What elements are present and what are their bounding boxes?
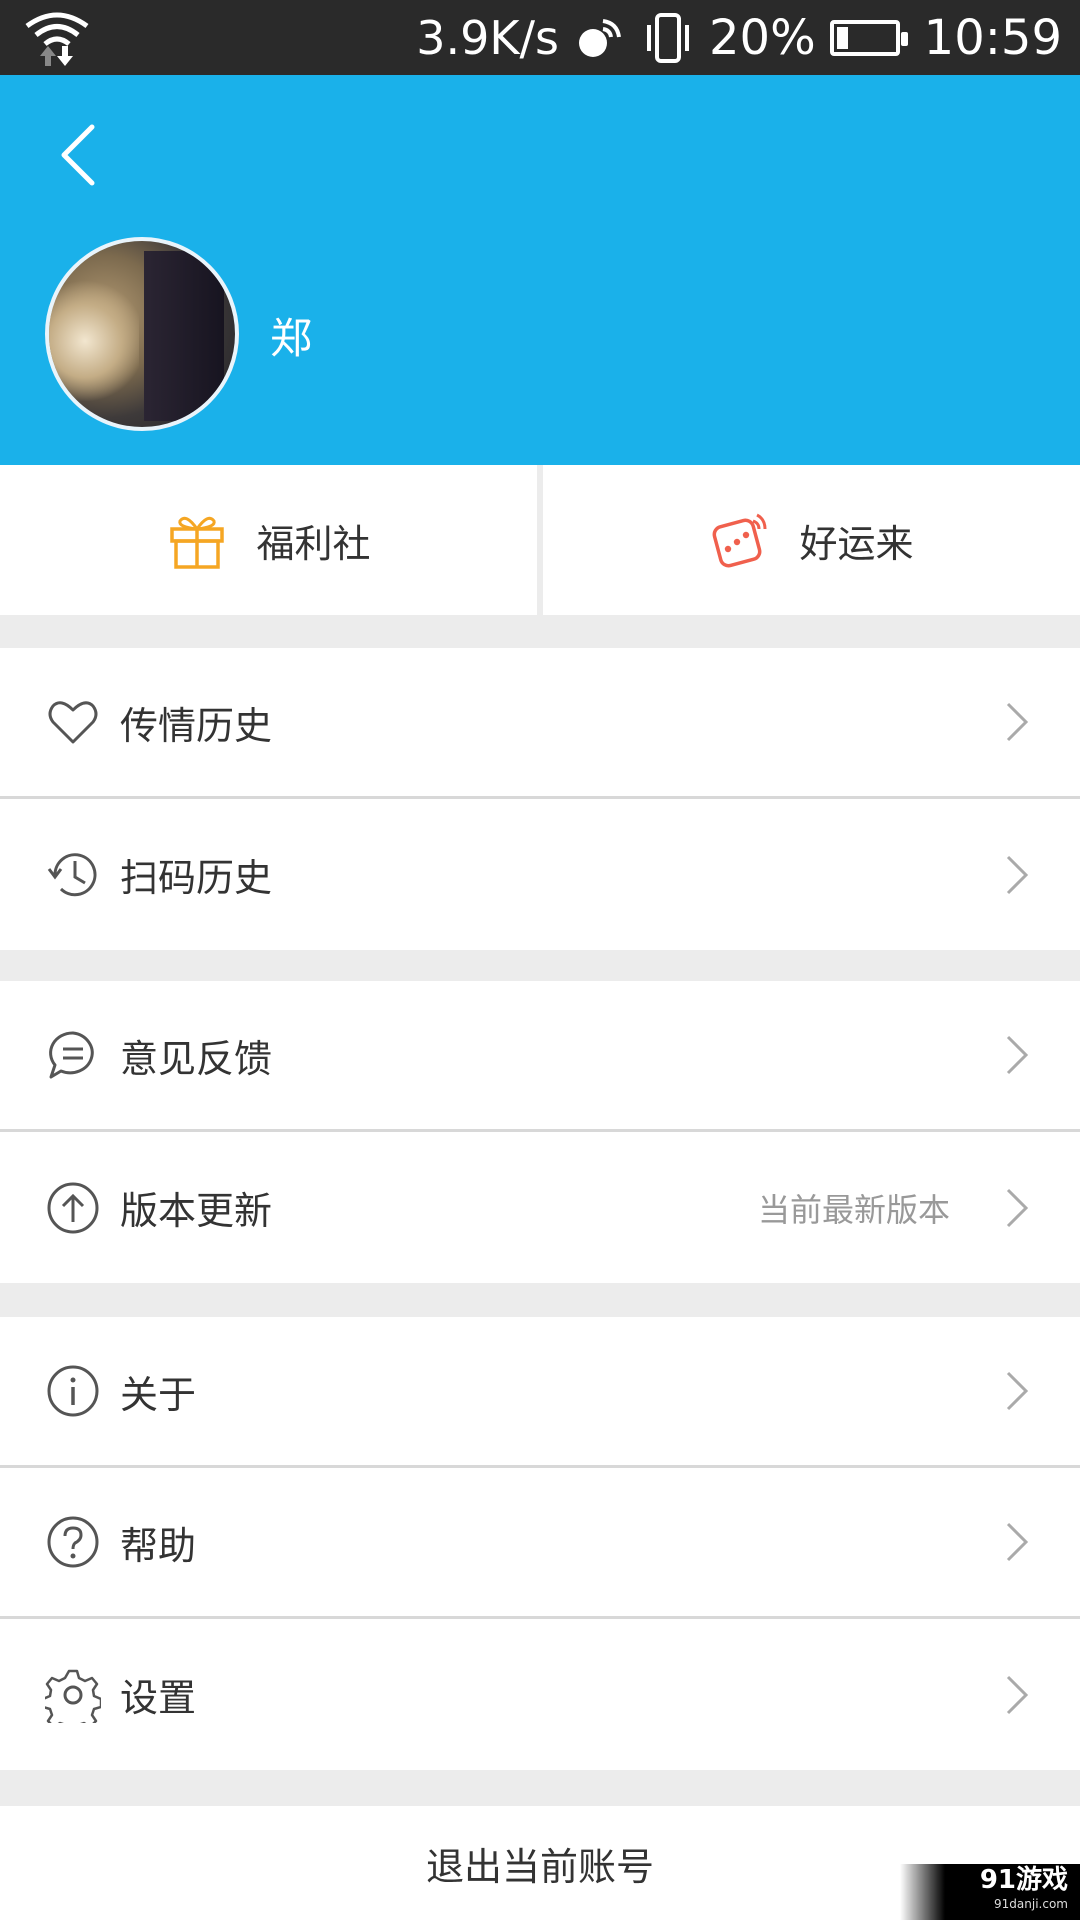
lucky-button[interactable]: 好运来: [543, 465, 1080, 615]
status-bar: 3.9K/s 20% 10:59: [0, 0, 1080, 75]
chevron-right-icon: [1006, 855, 1029, 894]
chevron-right-icon: [1006, 1522, 1029, 1562]
gift-icon: [170, 516, 225, 569]
username: 郑: [270, 314, 313, 363]
menu-item-about[interactable]: 关于: [0, 1317, 1080, 1468]
dice-icon: [713, 513, 767, 568]
avatar-photo-light: [49, 281, 139, 401]
chevron-right-icon: [1006, 1675, 1029, 1714]
welfare-label: 福利社: [256, 521, 371, 566]
menu-group-about: 关于 帮助 设置: [0, 1317, 1080, 1770]
profile-header: 郑: [0, 75, 1080, 465]
satellite-icon: [578, 18, 621, 57]
logout-label: 退出当前账号: [425, 1844, 654, 1889]
upload-arrow-icon: [47, 1182, 99, 1233]
avatar-photo-door: [144, 251, 224, 421]
menu-group-feedback: 意见反馈 版本更新 当前最新版本: [0, 981, 1080, 1283]
heart-icon: [48, 701, 98, 744]
menu-item-feedback[interactable]: 意见反馈: [0, 981, 1080, 1132]
avatar[interactable]: [45, 237, 239, 431]
network-speed: 3.9K/s: [416, 10, 559, 65]
chevron-right-icon: [1006, 1188, 1029, 1227]
back-arrow-icon[interactable]: [40, 115, 120, 195]
lucky-label: 好运来: [799, 521, 914, 566]
battery-level: [836, 26, 848, 49]
chevron-right-icon: [1006, 1035, 1029, 1075]
menu-label: 意见反馈: [120, 1036, 273, 1081]
quick-actions: 福利社 好运来: [0, 465, 1080, 615]
history-clock-icon: [47, 852, 97, 896]
battery-percent: 20%: [708, 9, 816, 66]
menu-label: 设置: [120, 1676, 197, 1720]
welfare-button[interactable]: 福利社: [0, 465, 537, 615]
menu-item-version-update[interactable]: 版本更新 当前最新版本: [0, 1132, 1080, 1283]
menu-label: 关于: [120, 1372, 197, 1417]
chevron-right-icon: [1006, 702, 1029, 742]
menu-label: 帮助: [120, 1523, 197, 1568]
menu-label: 版本更新: [120, 1189, 273, 1233]
menu-item-help[interactable]: 帮助: [0, 1468, 1080, 1619]
clock: 10:59: [923, 9, 1062, 66]
wifi-icon: [25, 12, 89, 66]
menu-item-scan-history[interactable]: 扫码历史: [0, 799, 1080, 950]
menu-label: 扫码历史: [120, 856, 273, 900]
info-icon: [47, 1365, 99, 1417]
version-status: 当前最新版本: [757, 1190, 950, 1229]
watermark: 91游戏 91danji.com: [900, 1864, 1080, 1920]
chat-bubble-icon: [49, 1031, 94, 1079]
watermark-logo: 91游戏: [979, 1865, 1068, 1895]
watermark-url: 91danji.com: [994, 1897, 1068, 1911]
help-icon: [47, 1516, 99, 1568]
chevron-right-icon: [1006, 1371, 1029, 1411]
gear-icon: [45, 1669, 101, 1723]
menu-item-settings[interactable]: 设置: [0, 1619, 1080, 1770]
vibrate-icon: [646, 12, 689, 63]
menu-label: 传情历史: [120, 703, 273, 748]
menu-group-history: 传情历史 扫码历史: [0, 648, 1080, 950]
menu-item-love-history[interactable]: 传情历史: [0, 648, 1080, 799]
battery-icon: [829, 19, 908, 56]
